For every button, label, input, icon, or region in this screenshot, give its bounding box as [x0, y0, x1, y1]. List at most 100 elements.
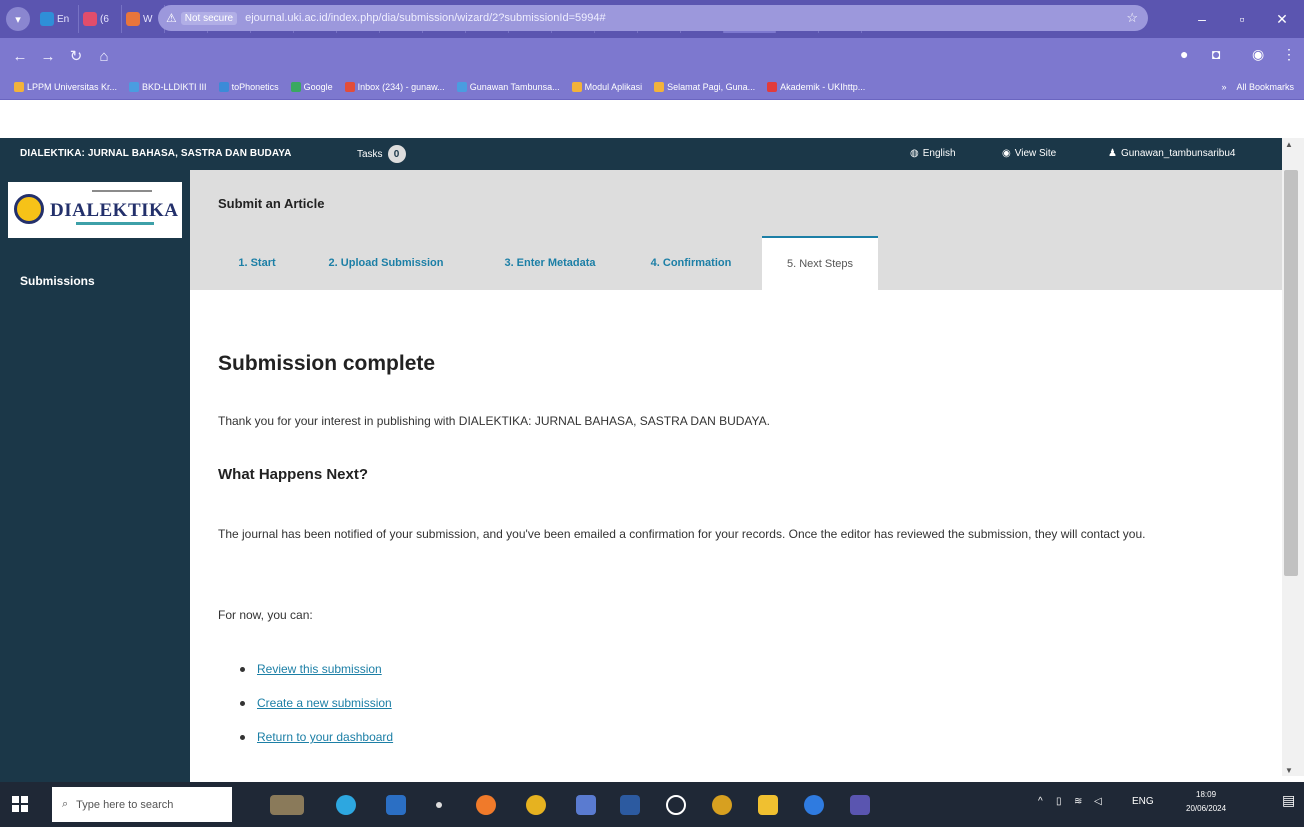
tasks-button[interactable]: Tasks 0	[357, 145, 406, 163]
profile-icon[interactable]: ◉	[1252, 46, 1264, 63]
browser-viewport-top	[0, 100, 1304, 138]
list-item: Return to your dashboard	[240, 720, 393, 754]
scrollbar-thumb[interactable]	[1284, 170, 1298, 576]
tab-upload-submission[interactable]: 2. Upload Submission	[300, 236, 472, 290]
edge-icon[interactable]	[336, 795, 356, 815]
forward-icon[interactable]: →	[34, 48, 62, 65]
username-label: Gunawan_tambunsaribu4	[1120, 148, 1236, 159]
bookmark-star-icon[interactable]: ☆	[1126, 10, 1138, 26]
whatsapp-icon[interactable]	[666, 795, 686, 815]
bookmark-item[interactable]: Modul Aplikasi	[571, 81, 643, 92]
bookmark-item[interactable]: Google	[290, 81, 333, 92]
bookmark-item[interactable]: LPPM Universitas Kr...	[14, 81, 118, 92]
tab-search-menu-icon[interactable]: ▾	[6, 7, 30, 31]
extension-icon[interactable]: ●	[1180, 46, 1188, 62]
back-icon[interactable]: ←	[6, 48, 34, 65]
chrome-canary-icon[interactable]	[712, 795, 732, 815]
bookmark-item[interactable]: Inbox (234) - gunaw...	[344, 81, 445, 92]
tab-confirmation[interactable]: 4. Confirmation	[626, 236, 756, 290]
tab-label: (6	[100, 13, 109, 25]
network-icon[interactable]: ≋	[1074, 796, 1082, 807]
scroll-up-icon[interactable]: ▲	[1285, 140, 1293, 149]
language-menu[interactable]: ◍ English	[910, 148, 956, 159]
file-explorer-icon[interactable]	[758, 795, 778, 815]
tasks-label: Tasks	[357, 148, 383, 160]
bookmark-label: Akademik - UKIhttp...	[780, 81, 866, 92]
bookmark-favicon-icon	[767, 81, 778, 92]
word-icon[interactable]	[620, 795, 640, 815]
user-menu[interactable]: ♟ Gunawan_tambunsaribu4	[1108, 148, 1236, 159]
language-indicator[interactable]: ENG	[1132, 796, 1154, 807]
zoom-icon[interactable]	[804, 795, 824, 815]
sidebar-item-submissions[interactable]: Submissions	[20, 274, 95, 288]
tab-favicon-icon	[126, 12, 140, 26]
tray-chevron-icon[interactable]: ^	[1038, 796, 1043, 807]
bullet-icon	[240, 666, 245, 672]
reload-icon[interactable]: ↻	[62, 47, 90, 65]
bookmark-label: Inbox (234) - gunaw...	[357, 81, 445, 92]
dot-icon[interactable]	[436, 802, 442, 808]
notifications-icon[interactable]: ▤	[1282, 792, 1295, 809]
bullet-icon	[240, 734, 245, 740]
bookmarks-overflow-icon[interactable]: »	[1221, 82, 1226, 92]
bookmark-label: Selamat Pagi, Guna...	[667, 81, 756, 92]
bookmark-label: Gunawan Tambunsa...	[469, 81, 560, 92]
clock-time: 18:09	[1196, 790, 1217, 799]
site-name[interactable]: DIALEKTIKA: JURNAL BAHASA, SASTRA DAN BU…	[20, 148, 291, 159]
tab-label: W	[143, 13, 153, 25]
bookmark-item[interactable]: toPhonetics	[218, 81, 279, 92]
browser-tab[interactable]: (6	[79, 5, 122, 33]
taskbar-search[interactable]: ⌕ Type here to search	[52, 787, 232, 822]
minimize-icon[interactable]: –	[1182, 0, 1222, 38]
return-dashboard-link[interactable]: Return to your dashboard	[257, 730, 393, 744]
chrome-icon[interactable]	[526, 795, 546, 815]
all-bookmarks[interactable]: All Bookmarks	[1236, 82, 1294, 92]
bookmark-item[interactable]: Selamat Pagi, Guna...	[654, 81, 756, 92]
bookmark-item[interactable]: Gunawan Tambunsa...	[456, 81, 560, 92]
bookmark-label: LPPM Universitas Kr...	[27, 81, 118, 92]
create-new-submission-link[interactable]: Create a new submission	[257, 696, 392, 710]
tab-next-steps[interactable]: 5. Next Steps	[762, 236, 878, 290]
journal-logo[interactable]: DIALEKTIKA	[8, 182, 182, 238]
chrome-active-icon[interactable]	[850, 795, 870, 815]
list-item: Create a new submission	[240, 686, 393, 720]
next-steps-text: The journal has been notified of your su…	[218, 527, 1146, 541]
home-icon[interactable]: ⌂	[90, 48, 118, 65]
tab-enter-metadata[interactable]: 3. Enter Metadata	[478, 236, 622, 290]
bookmark-label: Modul Aplikasi	[584, 81, 643, 92]
browser-tab[interactable]: En	[36, 5, 79, 33]
bookmark-favicon-icon	[129, 81, 140, 92]
warning-icon: ⚠	[166, 11, 177, 25]
battery-icon[interactable]: ▯	[1056, 796, 1062, 807]
tasks-count-badge: 0	[387, 145, 406, 163]
submission-complete-heading: Submission complete	[218, 352, 436, 375]
taskbar-clock[interactable]: 18:09 20/06/2024	[1186, 788, 1226, 816]
review-submission-link[interactable]: Review this submission	[257, 662, 382, 676]
bookmark-item[interactable]: BKD-LLDIKTI III	[129, 81, 207, 92]
logo-top-line	[92, 190, 152, 192]
view-site-link[interactable]: ◉ View Site	[1002, 148, 1056, 159]
puzzle-icon[interactable]: ◘	[1212, 46, 1220, 62]
bookmark-label: Google	[303, 81, 333, 92]
maximize-icon[interactable]: ▫	[1222, 0, 1262, 38]
scroll-down-icon[interactable]: ▼	[1285, 766, 1293, 775]
windows-start-icon[interactable]	[12, 796, 28, 812]
what-happens-next-heading: What Happens Next?	[218, 466, 369, 483]
volume-icon[interactable]: ◁	[1094, 796, 1102, 807]
tab-label: En	[57, 13, 70, 25]
tab-start[interactable]: 1. Start	[220, 236, 294, 290]
sidebar	[0, 170, 190, 782]
app-icon[interactable]	[576, 795, 596, 815]
security-chip[interactable]: Not secure	[180, 11, 238, 25]
close-window-icon[interactable]: ✕	[1262, 0, 1302, 38]
more-menu-icon[interactable]: ⋮	[1282, 46, 1296, 63]
firefox-icon[interactable]	[476, 795, 496, 815]
bookmark-favicon-icon	[290, 81, 301, 92]
task-view-icon[interactable]	[270, 795, 304, 815]
url-field[interactable]: ⚠ Not secure ejournal.uki.ac.id/index.ph…	[158, 5, 1148, 31]
bookmark-item[interactable]: Akademik - UKIhttp...	[767, 81, 866, 92]
bookmark-label: BKD-LLDIKTI III	[142, 81, 207, 92]
bullet-icon	[240, 700, 245, 706]
ojs-top-bar: DIALEKTIKA: JURNAL BAHASA, SASTRA DAN BU…	[0, 138, 1282, 170]
store-icon[interactable]	[386, 795, 406, 815]
